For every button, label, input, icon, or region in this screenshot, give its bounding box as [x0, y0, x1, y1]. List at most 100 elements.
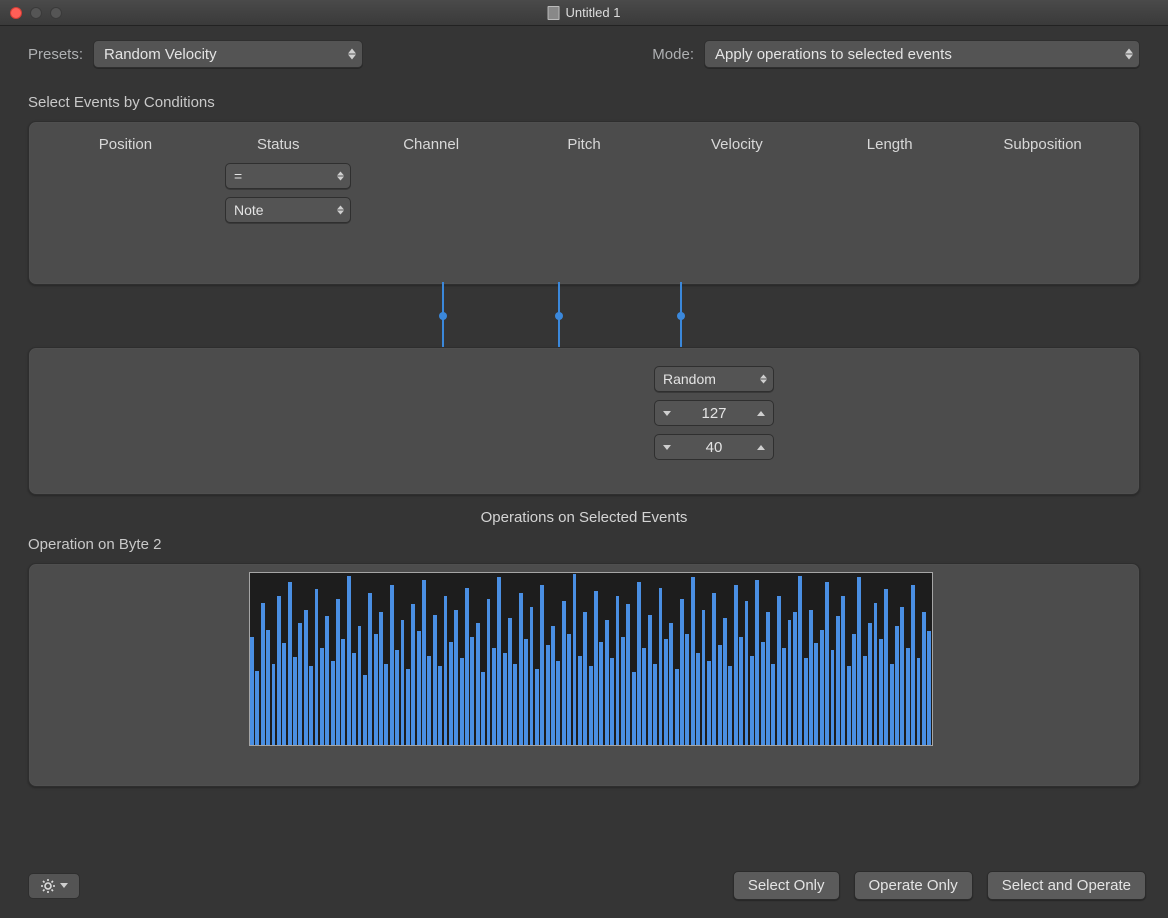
minimize-icon[interactable]	[30, 7, 42, 19]
chart-bar	[304, 610, 308, 745]
select-only-button[interactable]: Select Only	[733, 871, 840, 900]
chart-bar	[599, 642, 603, 745]
byte2-chart[interactable]	[249, 572, 933, 746]
chart-bar	[368, 593, 372, 745]
chart-bar	[535, 669, 539, 745]
chart-bar	[470, 637, 474, 745]
chart-bar	[422, 580, 426, 745]
chart-bar	[573, 574, 577, 745]
velocity-value-1[interactable]: 127	[654, 400, 774, 426]
chart-bar	[616, 596, 620, 745]
chevron-updown-icon	[1125, 49, 1133, 60]
close-icon[interactable]	[10, 7, 22, 19]
chart-bar	[374, 634, 378, 745]
chart-bar	[390, 585, 394, 745]
status-op-dropdown[interactable]: =	[225, 163, 351, 189]
chart-bar	[401, 620, 405, 745]
velocity-mode-dropdown[interactable]: Random	[654, 366, 774, 392]
chart-bar	[277, 596, 281, 745]
velocity-value-2[interactable]: 40	[654, 434, 774, 460]
chart-bar	[675, 669, 679, 745]
operate-only-button[interactable]: Operate Only	[854, 871, 973, 900]
window-controls	[0, 7, 62, 19]
chart-bar	[358, 626, 362, 745]
mode-dropdown[interactable]: Apply operations to selected events	[704, 40, 1140, 68]
chart-bar	[906, 648, 910, 746]
chart-bar	[427, 656, 431, 745]
chart-bar	[546, 645, 550, 745]
chart-bar	[524, 639, 528, 745]
chart-bar	[438, 666, 442, 745]
col-position: Position	[49, 136, 202, 153]
window-title: Untitled 1	[548, 5, 621, 20]
chart-bar	[637, 582, 641, 745]
chart-bar	[659, 588, 663, 745]
select-and-operate-button[interactable]: Select and Operate	[987, 871, 1146, 900]
chart-bar	[530, 607, 534, 745]
chart-bar	[513, 664, 517, 745]
chart-bar	[583, 612, 587, 745]
chart-bar	[594, 591, 598, 745]
col-status: Status	[202, 136, 355, 153]
conditions-panel: Position Status Channel Pitch Velocity L…	[28, 121, 1140, 285]
chart-bar	[309, 666, 313, 745]
chart-bar	[723, 618, 727, 745]
chart-bar	[352, 653, 356, 745]
status-type-dropdown[interactable]: Note	[225, 197, 351, 223]
chart-bar	[481, 672, 485, 745]
action-menu-button[interactable]	[28, 873, 80, 899]
chart-bar	[266, 630, 270, 745]
mode-value: Apply operations to selected events	[715, 46, 952, 63]
inc-icon[interactable]	[749, 435, 773, 459]
chart-bar	[298, 623, 302, 745]
inc-icon[interactable]	[749, 401, 773, 425]
chart-bar	[750, 656, 754, 745]
chart-bar	[911, 585, 915, 745]
chart-bar	[734, 585, 738, 745]
chart-bar	[632, 672, 636, 745]
bottom-bar: Select Only Operate Only Select and Oper…	[28, 871, 1146, 900]
chart-bar	[589, 666, 593, 745]
chart-bar	[411, 604, 415, 745]
chart-bar	[331, 661, 335, 745]
conditions-title: Select Events by Conditions	[28, 94, 1140, 111]
chart-bar	[857, 577, 861, 745]
chart-bar	[444, 596, 448, 745]
chart-bar	[476, 623, 480, 745]
dec-icon[interactable]	[655, 401, 679, 425]
chart-bar	[745, 601, 749, 745]
chart-bar	[798, 576, 802, 745]
chart-bar	[465, 588, 469, 745]
chart-bar	[460, 658, 464, 745]
chart-bar	[820, 630, 824, 745]
chart-bar	[272, 664, 276, 745]
zoom-icon[interactable]	[50, 7, 62, 19]
chart-bar	[841, 596, 845, 745]
top-row: Presets: Random Velocity Mode: Apply ope…	[28, 40, 1140, 68]
chart-bar	[863, 656, 867, 745]
chart-bar	[556, 661, 560, 745]
chart-bar	[927, 631, 931, 745]
window-title-text: Untitled 1	[566, 5, 621, 20]
chart-bar	[874, 603, 878, 745]
chart-bar	[831, 650, 835, 745]
chart-bar	[293, 657, 297, 745]
chart-bar	[503, 653, 507, 745]
chart-bar	[825, 582, 829, 745]
chevron-updown-icon	[337, 172, 344, 181]
chevron-updown-icon	[760, 375, 767, 384]
connectors	[28, 285, 1140, 347]
chart-bar	[395, 650, 399, 745]
chart-bar	[653, 664, 657, 745]
chart-bar	[540, 585, 544, 745]
chart-bar	[917, 658, 921, 745]
chart-bar	[793, 612, 797, 745]
chevron-updown-icon	[337, 206, 344, 215]
chart-bar	[610, 658, 614, 745]
byte2-panel	[28, 563, 1140, 787]
operations-panel: Random 127 40	[28, 347, 1140, 495]
chart-bar	[605, 620, 609, 745]
presets-dropdown[interactable]: Random Velocity	[93, 40, 363, 68]
dec-icon[interactable]	[655, 435, 679, 459]
operations-title: Operations on Selected Events	[28, 509, 1140, 526]
